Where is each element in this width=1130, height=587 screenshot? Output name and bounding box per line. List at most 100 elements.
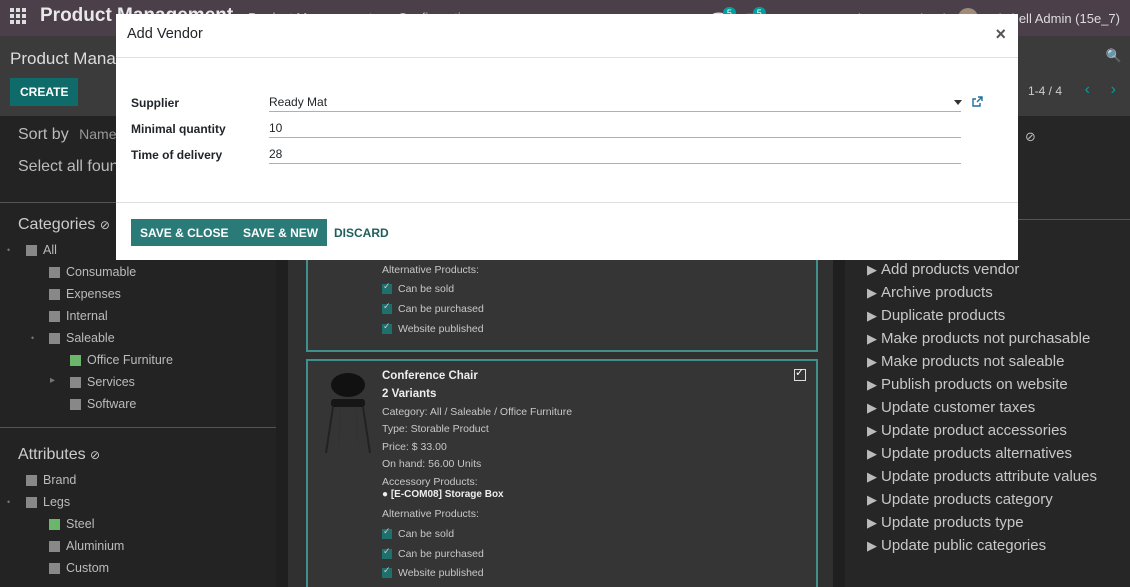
category-label: Services	[87, 375, 135, 389]
attribute-label: Brand	[43, 473, 77, 487]
category-label: All	[43, 243, 57, 257]
sort-label: Sort by	[18, 126, 69, 143]
attributes-title-text: Attributes	[18, 446, 86, 463]
product-on-hand: On hand: 56.00 Units	[382, 458, 482, 470]
attribute-legs[interactable]: Legs	[26, 495, 70, 509]
external-link-icon[interactable]	[971, 96, 983, 108]
create-button[interactable]: CREATE	[10, 78, 79, 106]
alternative-products-label: Alternative Products:	[382, 508, 479, 520]
flag-label: Website published	[398, 567, 484, 579]
checkbox[interactable]	[49, 310, 60, 322]
tree-bullet: •	[31, 333, 35, 343]
supplier-select[interactable]	[269, 92, 961, 112]
category-consumable[interactable]: Consumable	[49, 265, 136, 279]
product-type: Type: Storable Product	[382, 423, 489, 435]
tree-bullet: •	[7, 245, 11, 255]
dialog-header: Add Vendor ×	[116, 14, 1018, 58]
expand-caret-icon[interactable]: ▸	[50, 375, 55, 386]
pager-prev-icon[interactable]: ‹	[1085, 81, 1090, 99]
checkbox[interactable]	[49, 266, 60, 278]
chevron-down-icon[interactable]	[954, 100, 962, 105]
action-update-attribute-values[interactable]: Update products attribute values	[867, 468, 1097, 485]
product-card[interactable]: Alternative Products: Can be sold Can be…	[306, 256, 818, 352]
attribute-custom[interactable]: Custom	[49, 561, 109, 575]
action-add-products-vendor[interactable]: Add products vendor	[867, 261, 1019, 278]
product-card-conference-chair[interactable]: Conference Chair 2 Variants Category: Al…	[306, 359, 818, 587]
check-icon	[382, 281, 392, 295]
action-duplicate-products[interactable]: Duplicate products	[867, 307, 1005, 324]
attribute-label: Legs	[43, 495, 71, 509]
attribute-aluminium[interactable]: Aluminium	[49, 539, 124, 553]
checkbox-checked[interactable]	[70, 354, 81, 366]
pager-value[interactable]: 1-4 / 4	[1028, 84, 1062, 98]
product-name: Conference Chair	[382, 370, 478, 382]
minimal-quantity-label: Minimal quantity	[131, 122, 226, 136]
checkbox[interactable]	[49, 332, 60, 344]
product-category: Category: All / Saleable / Office Furnit…	[382, 406, 573, 418]
attribute-label: Custom	[66, 561, 110, 575]
search-icon[interactable]: 🔍	[1106, 48, 1122, 64]
checkbox[interactable]	[70, 376, 81, 388]
accessory-item: ● [E-COM08] Storage Box	[382, 489, 504, 500]
checkbox[interactable]	[26, 244, 37, 256]
sort-row[interactable]: Sort by Name	[18, 126, 117, 144]
category-internal[interactable]: Internal	[49, 309, 108, 323]
action-publish-on-website[interactable]: Publish products on website	[867, 376, 1068, 393]
attribute-steel[interactable]: Steel	[49, 517, 95, 531]
product-variants: 2 Variants	[382, 388, 437, 400]
close-icon[interactable]: ×	[995, 24, 1006, 45]
pager-next-icon[interactable]: ›	[1111, 81, 1116, 99]
check-icon	[382, 546, 392, 560]
action-update-public-categories[interactable]: Update public categories	[867, 537, 1046, 554]
save-new-button[interactable]: SAVE & NEW	[234, 219, 328, 246]
ban-icon[interactable]: ⊘	[1025, 129, 1036, 145]
checkbox[interactable]	[49, 288, 60, 300]
check-icon	[382, 301, 392, 315]
card-select-checkbox[interactable]	[794, 366, 806, 381]
action-archive-products[interactable]: Archive products	[867, 284, 993, 301]
action-make-not-saleable[interactable]: Make products not saleable	[867, 353, 1064, 370]
tree-bullet: •	[7, 497, 11, 507]
action-make-not-purchasable[interactable]: Make products not purchasable	[867, 330, 1090, 347]
category-label: Expenses	[66, 287, 121, 301]
dialog-footer: SAVE & CLOSE SAVE & NEW DISCARD	[116, 202, 1018, 260]
accessory-item-label: [E-COM08] Storage Box	[390, 489, 504, 500]
action-update-customer-taxes[interactable]: Update customer taxes	[867, 399, 1035, 416]
checkbox[interactable]	[49, 562, 60, 574]
flag-can-be-sold: Can be sold	[382, 526, 455, 540]
save-close-button[interactable]: SAVE & CLOSE	[131, 219, 238, 246]
checkbox[interactable]	[49, 540, 60, 552]
checkbox[interactable]	[26, 496, 37, 508]
attribute-brand[interactable]: Brand	[26, 473, 76, 487]
category-office-furniture[interactable]: Office Furniture	[70, 353, 173, 367]
flag-label: Can be sold	[398, 528, 455, 540]
category-label: Internal	[66, 309, 108, 323]
checkbox-checked[interactable]	[49, 518, 60, 530]
category-services[interactable]: Services	[70, 375, 135, 389]
category-label: Software	[87, 397, 137, 411]
divider	[0, 427, 276, 428]
minimal-quantity-input[interactable]	[269, 118, 961, 138]
attributes-title: Attributes ⊘	[18, 446, 100, 464]
category-label: Consumable	[66, 265, 137, 279]
flag-label: Can be purchased	[398, 303, 484, 315]
action-update-product-accessories[interactable]: Update product accessories	[867, 422, 1067, 439]
flag-label: Website published	[398, 323, 484, 335]
category-saleable[interactable]: Saleable	[49, 331, 115, 345]
ban-icon[interactable]: ⊘	[90, 448, 100, 462]
checkbox[interactable]	[70, 398, 81, 410]
select-all-link[interactable]: Select all found	[18, 158, 127, 176]
sort-value[interactable]: Name	[79, 126, 116, 142]
ban-icon[interactable]: ⊘	[100, 218, 110, 232]
action-update-products-alternatives[interactable]: Update products alternatives	[867, 445, 1072, 462]
time-of-delivery-input[interactable]	[269, 144, 961, 164]
discard-button[interactable]: DISCARD	[334, 219, 389, 246]
action-update-products-type[interactable]: Update products type	[867, 514, 1024, 531]
category-all[interactable]: All	[26, 243, 57, 257]
flag-can-be-sold: Can be sold	[382, 281, 454, 295]
category-software[interactable]: Software	[70, 397, 136, 411]
apps-menu-icon[interactable]	[10, 8, 26, 24]
category-expenses[interactable]: Expenses	[49, 287, 121, 301]
checkbox[interactable]	[26, 474, 37, 486]
action-update-products-category[interactable]: Update products category	[867, 491, 1053, 508]
